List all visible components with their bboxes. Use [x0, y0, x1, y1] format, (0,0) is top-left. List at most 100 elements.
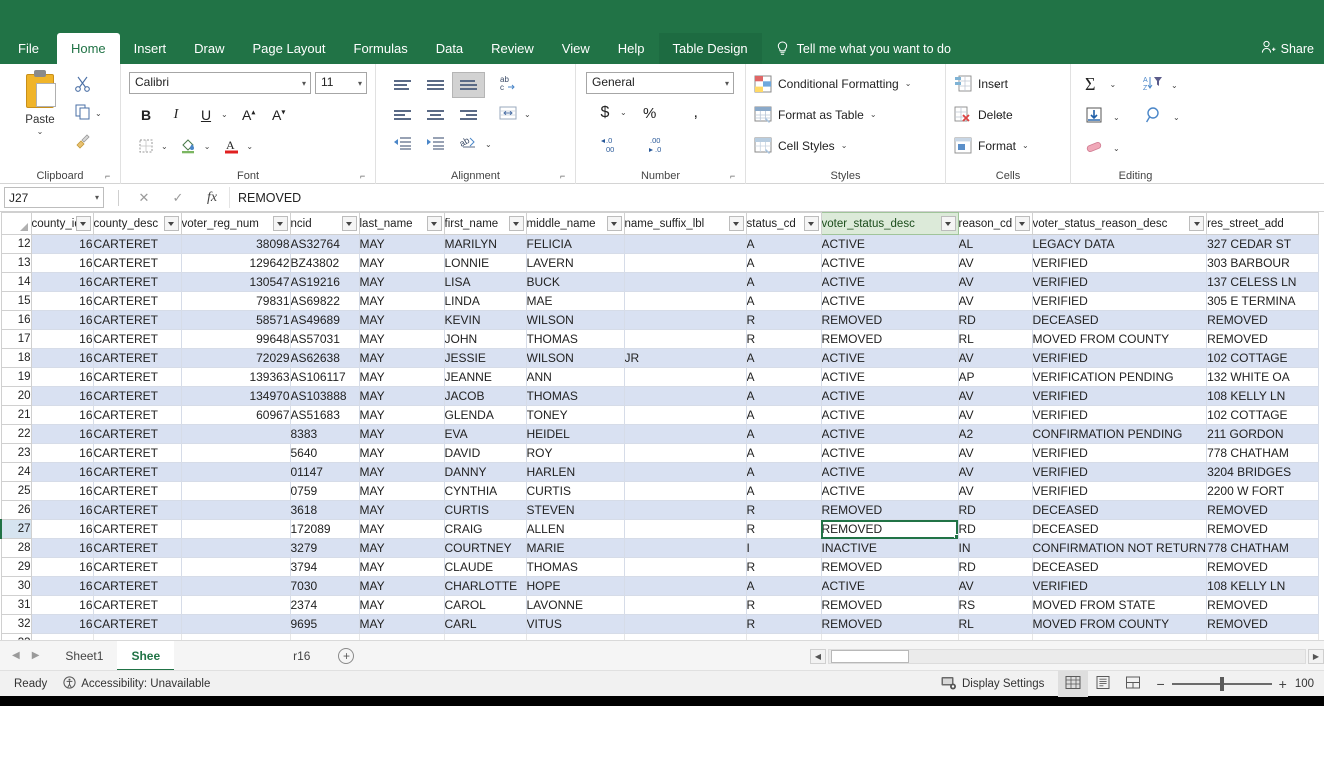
format-as-table-button[interactable]: Format as Table ⌄: [754, 106, 877, 124]
cell-last_name-29[interactable]: MAY: [359, 557, 445, 577]
row-header-26[interactable]: 26: [0, 500, 32, 520]
insert-function-button[interactable]: fx: [195, 190, 229, 206]
cell-res_street_add-22[interactable]: 211 GORDON: [1206, 424, 1320, 444]
cell-reason_cd-19[interactable]: AP: [958, 367, 1033, 387]
cell-voter_status_desc-29[interactable]: REMOVED: [821, 557, 959, 577]
cell-res_street_add-13[interactable]: 303 BARBOUR: [1206, 253, 1320, 273]
cell-voter_status_desc-32[interactable]: REMOVED: [821, 614, 959, 634]
cell-voter_status_desc-31[interactable]: REMOVED: [821, 595, 959, 615]
fill-chevron-down-icon[interactable]: ⌄: [1113, 113, 1120, 122]
cell-voter_status_desc-20[interactable]: ACTIVE: [821, 386, 959, 406]
cell-county_desc-17[interactable]: CARTERET: [93, 329, 182, 349]
row-header-27[interactable]: 27: [0, 519, 32, 539]
cell-county_desc-14[interactable]: CARTERET: [93, 272, 182, 292]
tab-view[interactable]: View: [548, 33, 604, 64]
tab-insert[interactable]: Insert: [120, 33, 181, 64]
format-as-table-chevron-down-icon[interactable]: ⌄: [870, 111, 877, 119]
cell-voter_status_desc-18[interactable]: ACTIVE: [821, 348, 959, 368]
cell-county_id-17[interactable]: 16: [31, 329, 94, 349]
row-header-23[interactable]: 23: [0, 443, 32, 463]
comma-button[interactable]: ,: [681, 100, 711, 126]
cell-voter_status_reason_desc-29[interactable]: DECEASED: [1032, 557, 1208, 577]
cell-first_name-22[interactable]: EVA: [444, 424, 527, 444]
cell-middle_name-13[interactable]: LAVERN: [526, 253, 625, 273]
column-header-middle_name[interactable]: middle_name: [525, 212, 625, 235]
tab-table-design[interactable]: Table Design: [658, 33, 762, 64]
cell-reason_cd-14[interactable]: AV: [958, 272, 1033, 292]
cell-first_name-24[interactable]: DANNY: [444, 462, 527, 482]
column-header-ncid[interactable]: ncid: [289, 212, 360, 235]
cell-voter_status_reason_desc-24[interactable]: VERIFIED: [1032, 462, 1208, 482]
cell-name_suffix_lbl-21[interactable]: [624, 405, 747, 425]
cell-name_suffix_lbl-15[interactable]: [624, 291, 747, 311]
cell-last_name-20[interactable]: MAY: [359, 386, 445, 406]
cell-name_suffix_lbl-24[interactable]: [624, 462, 747, 482]
clear-button[interactable]: ⌄: [1085, 138, 1120, 159]
cell-voter_status_reason_desc-14[interactable]: VERIFIED: [1032, 272, 1208, 292]
cell-middle_name-18[interactable]: WILSON: [526, 348, 625, 368]
cell-voter_reg_num-21[interactable]: 60967: [181, 405, 291, 425]
row-header-12[interactable]: 12: [0, 234, 32, 254]
cell-status_cd-29[interactable]: R: [746, 557, 822, 577]
cell-res_street_add-19[interactable]: 132 WHITE OA: [1206, 367, 1320, 387]
cell-res_street_add-26[interactable]: REMOVED: [1206, 500, 1320, 520]
cell-voter_status_reason_desc-21[interactable]: VERIFIED: [1032, 405, 1208, 425]
cell-last_name-26[interactable]: MAY: [359, 500, 445, 520]
cell-last_name-15[interactable]: MAY: [359, 291, 445, 311]
cell-voter_status_desc-16[interactable]: REMOVED: [821, 310, 959, 330]
cell-reason_cd-29[interactable]: RD: [958, 557, 1033, 577]
cell-middle_name-14[interactable]: BUCK: [526, 272, 625, 292]
cell-county_desc-28[interactable]: CARTERET: [93, 538, 182, 558]
orientation-chevron-down-icon[interactable]: ⌄: [485, 141, 492, 149]
tab-help[interactable]: Help: [604, 33, 659, 64]
align-bottom-button[interactable]: [452, 72, 485, 98]
row-header-22[interactable]: 22: [0, 424, 32, 444]
font-color-button[interactable]: A: [216, 134, 246, 160]
align-top-button[interactable]: [386, 72, 419, 98]
table-row[interactable]: 21 16 CARTERET 60967 AS51683 MAY GLENDA TONEY A A…: [0, 405, 1320, 425]
copy-button[interactable]: ⌄: [74, 100, 102, 128]
cell-middle_name-12[interactable]: FELICIA: [526, 234, 625, 254]
cell-styles-chevron-down-icon[interactable]: ⌄: [841, 142, 848, 150]
cell-voter_status_reason_desc-30[interactable]: VERIFIED: [1032, 576, 1208, 596]
tab-formulas[interactable]: Formulas: [340, 33, 422, 64]
cell-last_name-27[interactable]: MAY: [359, 519, 445, 539]
cell-voter_reg_num-23[interactable]: [181, 443, 291, 463]
cell-ncid-14[interactable]: AS19216: [290, 272, 360, 292]
cell-first_name-12[interactable]: MARILYN: [444, 234, 527, 254]
nav-prev-icon[interactable]: ◀: [12, 650, 20, 661]
cell-last_name-25[interactable]: MAY: [359, 481, 445, 501]
cell-last_name-22[interactable]: MAY: [359, 424, 445, 444]
column-header-res_street_add[interactable]: res_street_add: [1206, 212, 1320, 235]
cell-reason_cd-17[interactable]: RL: [958, 329, 1033, 349]
cell-county_desc-16[interactable]: CARTERET: [93, 310, 182, 330]
cell-county_id-29[interactable]: 16: [31, 557, 94, 577]
column-header-county_id[interactable]: county_id: [30, 212, 94, 235]
chevron-down-icon[interactable]: ▾: [358, 79, 362, 88]
cell-ncid-26[interactable]: 3618: [290, 500, 360, 520]
cell-last_name-13[interactable]: MAY: [359, 253, 445, 273]
table-row[interactable]: 23 16 CARTERET 5640 MAY DAVID ROY A ACTIVE AV VERI…: [0, 443, 1320, 463]
cell-last_name-12[interactable]: MAY: [359, 234, 445, 254]
grow-font-button[interactable]: A▴: [234, 102, 264, 128]
tab-file[interactable]: File: [0, 33, 57, 64]
column-header-voter_status_reason_desc[interactable]: voter_status_reason_desc: [1031, 212, 1208, 235]
cell-reason_cd-24[interactable]: AV: [958, 462, 1033, 482]
cell-reason_cd-27[interactable]: RD: [958, 519, 1033, 539]
tell-me-search[interactable]: Tell me what you want to do: [776, 33, 951, 64]
align-middle-button[interactable]: [419, 72, 452, 98]
filter-button[interactable]: [272, 216, 288, 231]
cell-reason_cd-28[interactable]: IN: [958, 538, 1033, 558]
zoom-level-label[interactable]: 100: [1295, 678, 1314, 690]
cell-last_name-18[interactable]: MAY: [359, 348, 445, 368]
cell-voter_status_desc-19[interactable]: ACTIVE: [821, 367, 959, 387]
cell-reason_cd-26[interactable]: RD: [958, 500, 1033, 520]
zoom-thumb[interactable]: [1219, 677, 1224, 691]
filter-button[interactable]: [341, 216, 357, 231]
filter-button[interactable]: [426, 216, 442, 231]
cell-name_suffix_lbl-26[interactable]: [624, 500, 747, 520]
cell-reason_cd-32[interactable]: RL: [958, 614, 1033, 634]
cell-voter_status_desc-12[interactable]: ACTIVE: [821, 234, 959, 254]
cell-county_desc-19[interactable]: CARTERET: [93, 367, 182, 387]
alignment-dialog-launcher[interactable]: ⌐: [560, 171, 570, 181]
